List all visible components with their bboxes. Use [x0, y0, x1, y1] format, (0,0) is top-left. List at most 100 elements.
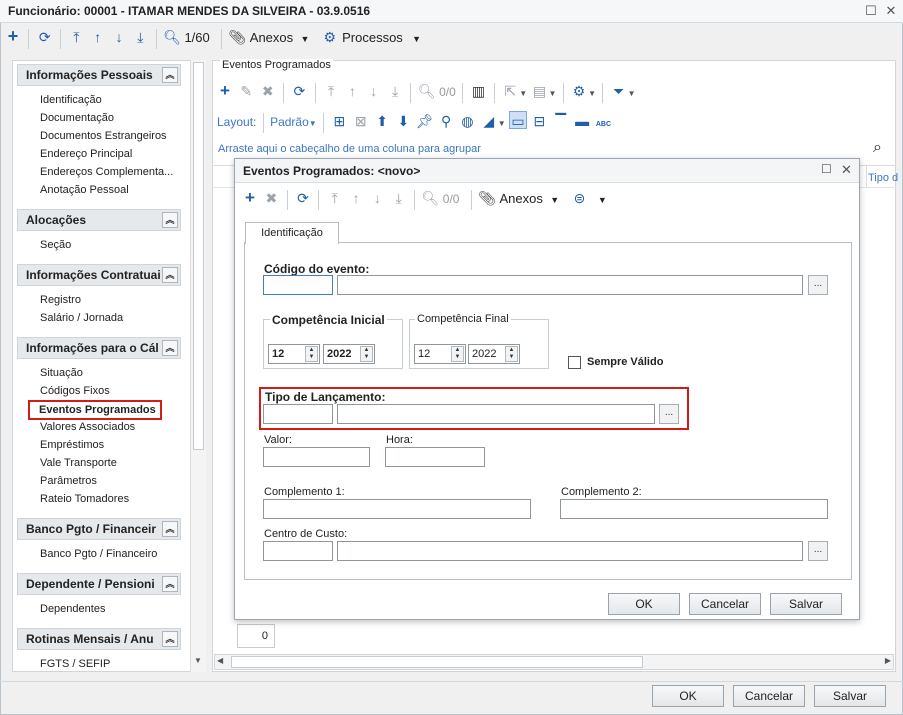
first-record-icon[interactable]: ⤒	[322, 82, 340, 100]
launch-type-code-input[interactable]	[263, 404, 333, 424]
add-layout-icon[interactable]: ⊞	[330, 112, 348, 130]
complement2-input[interactable]	[560, 499, 828, 519]
sidebar-item-valores-associados[interactable]: Valores Associados	[40, 421, 135, 433]
last-record-icon[interactable]: ⤓	[131, 28, 149, 46]
sidebar-item-parametros[interactable]: Parâmetros	[40, 475, 97, 487]
sidebar-item-documentos-estrangeiros[interactable]: Documentos Estrangeiros	[40, 130, 167, 142]
chevron-down-icon[interactable]: ▼	[548, 89, 556, 98]
scroll-right-icon[interactable]: ▶	[885, 656, 891, 665]
columns-icon[interactable]: ▥	[470, 82, 488, 100]
sidebar-item-fgts-sefip[interactable]: FGTS / SEFIP	[40, 658, 110, 670]
sidebar-group-informacoes-calculo[interactable]: Informações para o Cál ︽	[17, 337, 181, 359]
tab-identificacao[interactable]: Identificação	[245, 222, 339, 244]
grid-column-header[interactable]: Tipo d	[868, 172, 898, 184]
sidebar-item-rateio-tomadores[interactable]: Rateio Tomadores	[40, 493, 129, 505]
chevron-down-icon[interactable]: ▼	[628, 89, 636, 98]
close-icon[interactable]: ✕	[882, 2, 900, 20]
view-split-icon[interactable]: ⊟	[530, 112, 548, 130]
sidebar-group-informacoes-contratuais[interactable]: Informações Contratuai ︽	[17, 264, 181, 286]
chart-icon[interactable]: ◢	[480, 112, 498, 130]
spinner-icon[interactable]: ▲ ▼	[305, 346, 318, 362]
options-icon[interactable]: ⊜	[570, 189, 588, 207]
search-icon[interactable]: ⌕	[873, 139, 882, 157]
sidebar-item-enderecos-complementares[interactable]: Endereços Complementa...	[40, 166, 173, 178]
collapse-icon[interactable]: ︽	[162, 267, 178, 283]
download-layout-icon[interactable]: ⬇	[394, 112, 412, 130]
dialog-attachments-menu[interactable]: Anexos	[500, 191, 543, 206]
sidebar-item-vale-transporte[interactable]: Vale Transporte	[40, 457, 117, 469]
last-record-icon[interactable]: ⤓	[386, 82, 404, 100]
close-icon[interactable]: ✕	[841, 162, 852, 178]
chevron-down-icon[interactable]: ▼	[412, 34, 421, 44]
view-top-icon[interactable]: ▔	[552, 112, 570, 130]
cost-center-lookup-button[interactable]: ...	[808, 541, 828, 561]
collapse-icon[interactable]: ︽	[162, 212, 178, 228]
remove-layout-icon[interactable]: ⊠	[352, 112, 370, 130]
abc-icon[interactable]: ABC	[594, 116, 612, 134]
delete-icon[interactable]: ✖	[259, 82, 277, 100]
sidebar-item-banco-pgto[interactable]: Banco Pgto / Financeiro	[40, 548, 157, 560]
sidebar-item-eventos-programados[interactable]: Eventos Programados	[28, 400, 162, 420]
launch-type-description-input[interactable]	[337, 404, 655, 424]
always-valid-checkbox[interactable]	[568, 356, 581, 369]
sidebar-item-salario-jornada[interactable]: Salário / Jornada	[40, 312, 123, 324]
delete-icon[interactable]: ✖	[262, 189, 280, 207]
upload-layout-icon[interactable]: ⬆	[373, 112, 391, 130]
chevron-down-icon[interactable]: ▼	[598, 195, 607, 205]
comp-initial-year[interactable]: 2022 ▲ ▼	[323, 344, 375, 364]
collapse-icon[interactable]: ︽	[162, 576, 178, 592]
processes-menu[interactable]: Processos	[342, 30, 403, 45]
horizontal-scrollbar[interactable]: ◀ ▶	[214, 654, 894, 670]
paint-icon[interactable]: ◍	[458, 112, 476, 130]
previous-record-icon[interactable]: ↑	[89, 28, 107, 46]
view-bottom-icon[interactable]: ▬	[573, 112, 591, 130]
layout-select[interactable]: Padrão	[270, 115, 309, 129]
launch-type-lookup-button[interactable]: ...	[659, 404, 679, 424]
collapse-icon[interactable]: ︽	[162, 521, 178, 537]
dialog-ok-button[interactable]: OK	[608, 593, 680, 615]
document-icon[interactable]: ▤	[530, 82, 548, 100]
spinner-icon[interactable]: ▲ ▼	[451, 346, 464, 362]
refresh-icon[interactable]: ⟳	[36, 28, 54, 46]
dialog-cancel-button[interactable]: Cancelar	[689, 593, 761, 615]
cancel-button[interactable]: Cancelar	[733, 685, 805, 707]
search-icon[interactable]: 🔍︎	[421, 189, 440, 207]
sidebar-group-dependente[interactable]: Dependente / Pensioni ︽	[17, 573, 181, 595]
collapse-icon[interactable]: ︽	[162, 340, 178, 356]
refresh-icon[interactable]: ⟳	[290, 82, 308, 100]
cost-center-code-input[interactable]	[263, 541, 333, 561]
sidebar-item-secao[interactable]: Seção	[40, 239, 71, 251]
chevron-down-icon[interactable]: ▼	[519, 89, 527, 98]
event-code-input[interactable]	[263, 275, 333, 295]
value-input[interactable]	[263, 447, 370, 467]
filter-icon[interactable]: ⏷	[610, 82, 628, 100]
chevron-down-icon[interactable]: ▼	[550, 195, 559, 205]
dialog-save-button[interactable]: Salvar	[770, 593, 842, 615]
comp-final-year[interactable]: 2022 ▲ ▼	[468, 344, 520, 364]
first-record-icon[interactable]: ⤒	[326, 189, 344, 207]
add-icon[interactable]: +	[241, 189, 259, 207]
search-icon[interactable]: 🔍︎	[163, 28, 181, 46]
sidebar-group-alocacoes[interactable]: Alocações ︽	[17, 209, 181, 231]
comp-initial-month[interactable]: 12 ▲ ▼	[268, 344, 320, 364]
sidebar-group-informacoes-pessoais[interactable]: Informações Pessoais ︽	[17, 64, 181, 86]
edit-icon[interactable]: ✎	[237, 82, 255, 100]
event-description-input[interactable]	[337, 275, 803, 295]
sidebar-item-codigos-fixos[interactable]: Códigos Fixos	[40, 385, 110, 397]
comp-final-month[interactable]: 12 ▲ ▼	[414, 344, 466, 364]
add-icon[interactable]: +	[216, 82, 234, 100]
scroll-left-icon[interactable]: ◀	[217, 656, 223, 665]
refresh-icon[interactable]: ⟳	[294, 189, 312, 207]
spinner-icon[interactable]: ▲ ▼	[360, 346, 373, 362]
sidebar-scrollbar[interactable]: ▼	[190, 60, 206, 672]
ok-button[interactable]: OK	[652, 685, 724, 707]
gear-icon[interactable]: ⚙	[570, 82, 588, 100]
sidebar-item-documentacao[interactable]: Documentação	[40, 112, 114, 124]
chevron-down-icon[interactable]: ▼	[498, 119, 506, 128]
sidebar-group-banco-pgto[interactable]: Banco Pgto / Financeir ︽	[17, 518, 181, 540]
sidebar-item-emprestimos[interactable]: Empréstimos	[40, 439, 104, 451]
attachments-menu[interactable]: Anexos	[250, 30, 293, 45]
scroll-down-icon[interactable]: ▼	[194, 656, 202, 665]
last-record-icon[interactable]: ⤓	[390, 189, 408, 207]
previous-record-icon[interactable]: ↑	[347, 189, 365, 207]
